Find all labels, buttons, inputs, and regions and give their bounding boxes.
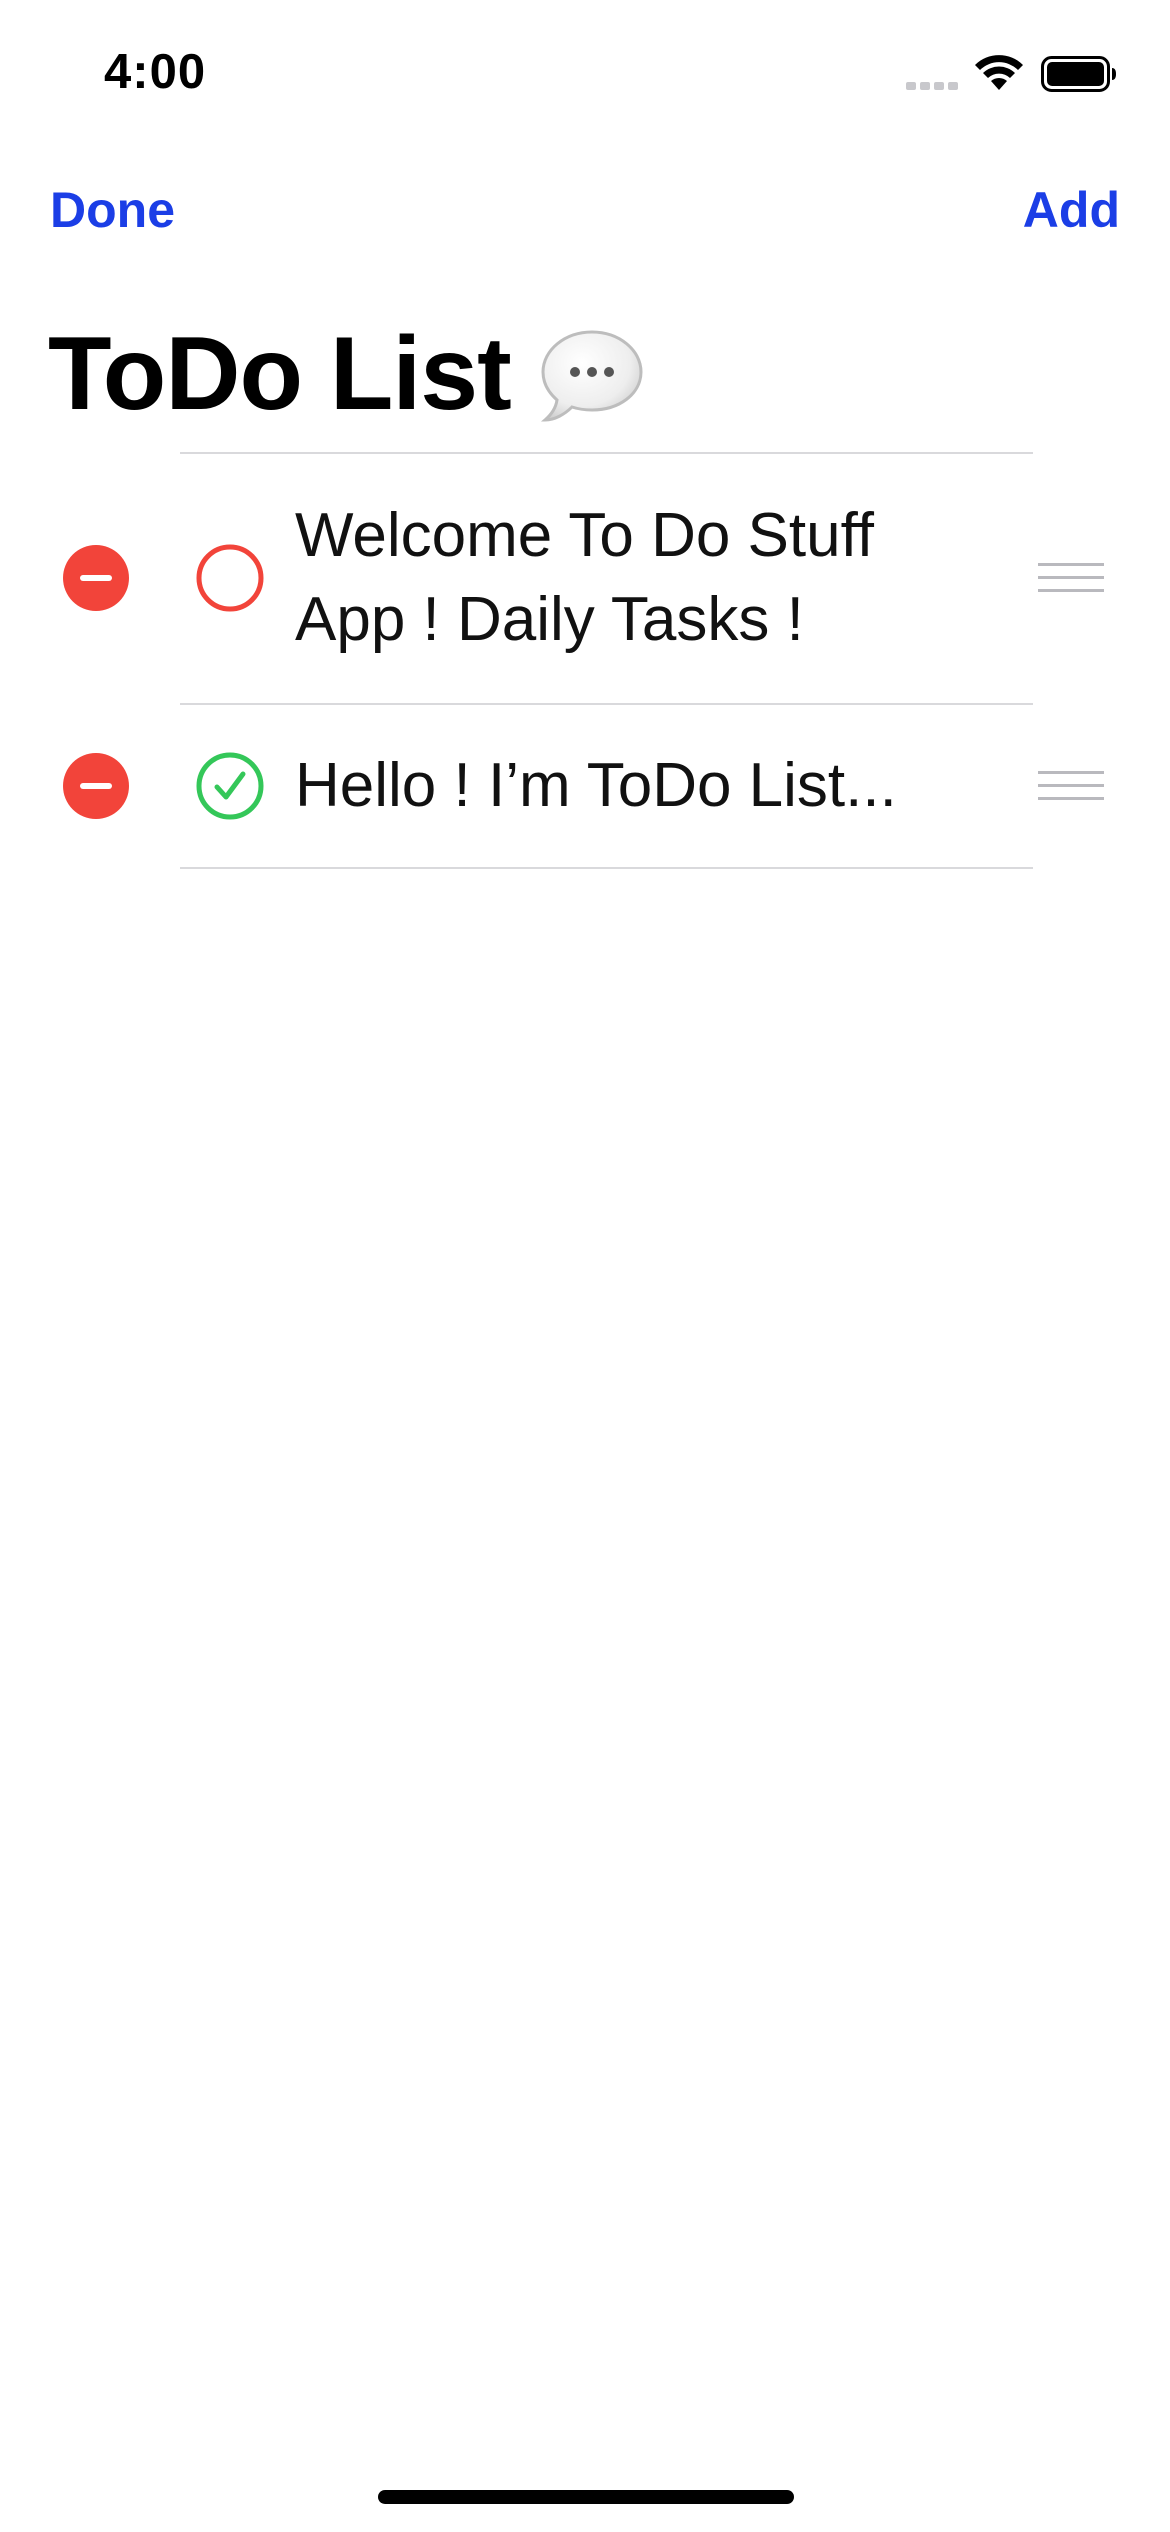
page-title: ToDo List bbox=[48, 314, 647, 434]
done-button[interactable]: Done bbox=[50, 180, 175, 240]
checkmark-circle-icon[interactable] bbox=[196, 752, 264, 820]
delete-icon[interactable] bbox=[63, 753, 129, 819]
list-divider bbox=[180, 867, 1033, 869]
home-indicator[interactable] bbox=[378, 2490, 794, 2504]
list-item[interactable]: Welcome To Do Stuff App ! Daily Tasks ! bbox=[0, 454, 1170, 703]
battery-icon bbox=[1041, 56, 1116, 92]
wifi-icon bbox=[975, 55, 1023, 90]
page-title-text: ToDo List bbox=[48, 316, 512, 432]
status-bar: 4:00 bbox=[0, 0, 1170, 140]
list-item-text: Hello ! I’m ToDo List... bbox=[295, 751, 897, 820]
cellular-signal-icon bbox=[906, 82, 958, 90]
reorder-handle-icon[interactable] bbox=[1038, 769, 1104, 803]
todo-screen: 4:00 Done Add ToDo List Welcome To Do St… bbox=[0, 0, 1170, 2532]
list-item[interactable]: Hello ! I’m ToDo List... bbox=[0, 705, 1170, 867]
delete-icon[interactable] bbox=[63, 545, 129, 611]
speech-bubble-icon bbox=[540, 330, 643, 422]
reorder-handle-icon[interactable] bbox=[1038, 561, 1104, 595]
list-item-text: Welcome To Do Stuff App ! Daily Tasks ! bbox=[295, 501, 874, 654]
incomplete-circle-icon[interactable] bbox=[196, 544, 264, 612]
add-button[interactable]: Add bbox=[1023, 180, 1120, 240]
status-time: 4:00 bbox=[104, 45, 207, 99]
